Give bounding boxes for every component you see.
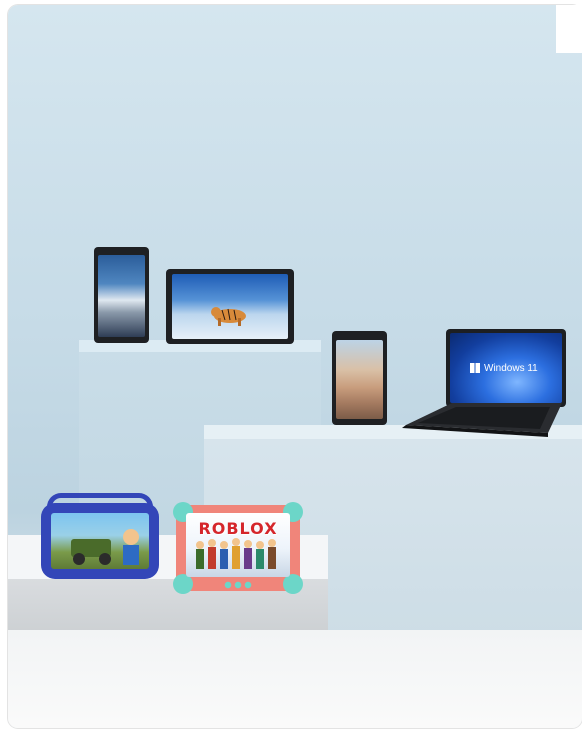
desert-wallpaper [336,340,383,419]
mint-bumper-bl [173,574,193,594]
kids-tablet-coral: ROBLOX [173,502,303,594]
laptop-windows11: Windows 11 [398,329,566,437]
mountain-wallpaper [98,255,145,337]
mint-bumper-br [283,574,303,594]
tablet-portrait-mountain [94,247,149,343]
kids-tablet-blue [41,493,159,579]
tablet-landscape-tiger [166,269,294,344]
tiger-wallpaper [172,274,288,339]
corner-overlay [556,5,582,53]
tiger-figure [211,307,246,326]
cartoon-screen [51,513,149,569]
floor [8,630,582,728]
kids-tablet-buttons [224,581,252,589]
tablet-portrait-desert [332,331,387,425]
roblox-screen: ROBLOX [186,513,290,577]
product-image: Windows 11 ROBLOX [8,5,582,728]
laptop-keyboard [402,403,562,437]
